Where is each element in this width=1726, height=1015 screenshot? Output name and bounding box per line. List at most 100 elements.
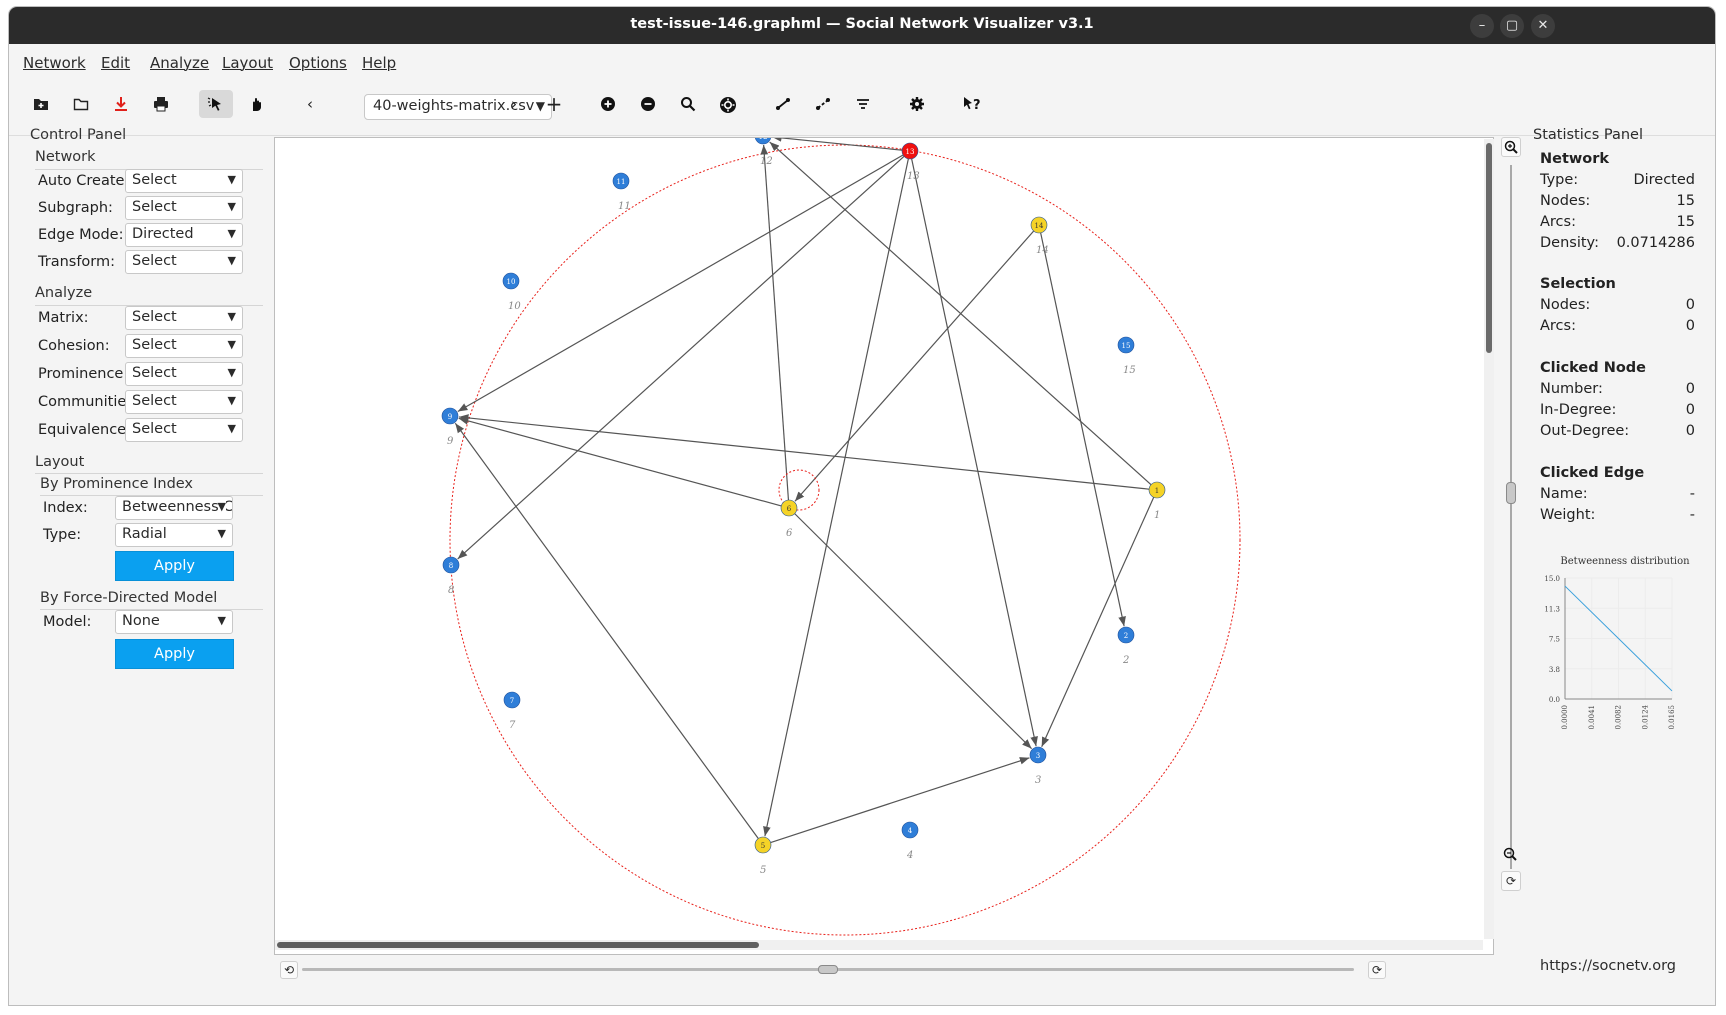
filter-edges-button[interactable] — [846, 90, 880, 118]
node-14[interactable]: 14 14 — [1030, 216, 1049, 256]
subgraph-select[interactable]: Select ▼ — [125, 196, 243, 220]
close-button[interactable]: ✕ — [1531, 14, 1555, 38]
node-number: 12 — [759, 138, 768, 141]
menu-analyze[interactable]: Analyze — [150, 54, 209, 72]
edge-6-3[interactable] — [794, 513, 1033, 750]
remove-edge-button[interactable] — [806, 90, 840, 118]
equivalence-select[interactable]: Select ▼ — [125, 418, 243, 442]
edge-1-3[interactable] — [1041, 497, 1155, 748]
edge-13-12[interactable] — [771, 138, 903, 151]
edge-13-8[interactable] — [457, 155, 905, 560]
zoom-slider-track[interactable] — [1510, 165, 1512, 869]
edge-13-9[interactable] — [457, 154, 904, 413]
edge-6-9[interactable] — [458, 417, 782, 507]
clicked-node-outdegree-label: Out-Degree: — [1540, 423, 1630, 439]
edge-1-9[interactable] — [458, 414, 1150, 490]
layout-guide-circle — [449, 144, 1241, 936]
hand-icon — [253, 98, 261, 111]
network-graph[interactable]: 1122334455667788991010111112121313141415… — [275, 138, 1494, 955]
cohesion-select[interactable]: Select ▼ — [125, 334, 243, 358]
chevron-down-icon: ▼ — [227, 200, 236, 213]
node-7[interactable]: 77 — [503, 691, 521, 731]
node-properties-button[interactable] — [711, 90, 745, 118]
prominence-select[interactable]: Select ▼ — [125, 362, 243, 386]
add-relation-button[interactable]: + — [537, 90, 571, 118]
new-network-button[interactable] — [24, 90, 58, 118]
canvas-vertical-scrollbar[interactable] — [1484, 139, 1494, 939]
node-2[interactable]: 22 — [1117, 626, 1135, 666]
website-link[interactable]: https://socnetv.org — [1540, 958, 1676, 974]
edge-1-12[interactable] — [769, 141, 1152, 486]
edge-13-5[interactable] — [763, 158, 909, 837]
zoom-in-button[interactable] — [1501, 137, 1521, 157]
maximize-button[interactable]: ▢ — [1500, 14, 1524, 38]
rotate-right-icon[interactable]: ⟳ — [1368, 961, 1386, 979]
menu-options[interactable]: Options — [289, 54, 347, 72]
rotation-slider-handle[interactable] — [818, 965, 838, 974]
minimize-button[interactable]: – — [1470, 14, 1494, 38]
node-9[interactable]: 99 — [441, 407, 459, 447]
add-node-button[interactable] — [591, 90, 625, 118]
add-edge-icon — [776, 98, 790, 110]
prominence-index-select[interactable]: Betweenness C ▼ — [115, 496, 233, 520]
prev-file-button[interactable]: ‹ — [293, 90, 327, 118]
next-file-button[interactable]: › — [497, 90, 531, 118]
force-model-select[interactable]: None ▼ — [115, 610, 233, 634]
node-4[interactable]: 44 — [901, 821, 919, 861]
edge-5-9[interactable] — [454, 422, 759, 839]
node-number: 4 — [908, 827, 913, 835]
equivalence-value: Select — [132, 421, 177, 437]
node-label: 5 — [760, 865, 766, 876]
layout-type-select[interactable]: Radial ▼ — [115, 523, 233, 547]
menu-edit[interactable]: Edit — [101, 54, 130, 72]
equivalence-label: Equivalence: — [38, 422, 131, 438]
menu-layout[interactable]: Layout — [222, 54, 273, 72]
node-11[interactable]: 11 11 — [612, 172, 631, 212]
remove-node-button[interactable] — [631, 90, 665, 118]
apply-prominence-layout-button[interactable]: Apply — [115, 551, 234, 581]
force-model-value: None — [122, 613, 160, 629]
print-button[interactable] — [144, 90, 178, 118]
rotate-left-icon[interactable]: ⟲ — [280, 961, 298, 979]
apply-force-layout-button[interactable]: Apply — [115, 639, 234, 669]
find-node-button[interactable] — [671, 90, 705, 118]
graph-canvas[interactable]: 1122334455667788991010111112121313141415… — [274, 137, 1494, 955]
node-6[interactable]: 66 — [780, 499, 798, 539]
open-network-button[interactable] — [64, 90, 98, 118]
communities-select[interactable]: Select ▼ — [125, 390, 243, 414]
reset-view-icon[interactable]: ⟳ — [1501, 871, 1521, 891]
node-10[interactable]: 10 10 — [502, 272, 521, 312]
zoom-slider-handle[interactable] — [1506, 482, 1516, 504]
edge-14-2[interactable] — [1040, 232, 1126, 627]
node-5[interactable]: 55 — [754, 836, 772, 876]
node-number: 15 — [1122, 342, 1131, 350]
settings-button[interactable] — [900, 90, 934, 118]
communities-label: Communities — [38, 394, 134, 410]
pan-mode-button[interactable] — [239, 90, 273, 118]
node-number: 14 — [1035, 222, 1044, 230]
add-edge-button[interactable] — [766, 90, 800, 118]
auto-create-select[interactable]: Select ▼ — [125, 169, 243, 193]
stats-density-label: Density: — [1540, 235, 1599, 251]
clicked-node-outdegree-value: 0 — [1685, 423, 1695, 439]
edge-mode-select[interactable]: Directed ▼ — [125, 223, 243, 247]
transform-select[interactable]: Select ▼ — [125, 250, 243, 274]
edge-6-12[interactable] — [760, 144, 790, 501]
save-network-button[interactable] — [104, 90, 138, 118]
menu-help[interactable]: Help — [362, 54, 396, 72]
edge-13-3[interactable] — [911, 158, 1038, 747]
edges-layer — [454, 138, 1155, 844]
whats-this-button[interactable]: ? — [955, 90, 989, 118]
zoom-out-button[interactable] — [1501, 845, 1521, 865]
node-3[interactable]: 33 — [1029, 746, 1047, 786]
canvas-horizontal-scrollbar[interactable] — [275, 940, 1483, 950]
node-8[interactable]: 88 — [442, 556, 460, 596]
prominence-label: Prominence: — [38, 366, 129, 382]
edge-5-3[interactable] — [770, 757, 1030, 844]
menu-network[interactable]: Network — [23, 54, 86, 72]
select-mode-button[interactable] — [199, 90, 233, 118]
node-15[interactable]: 1515 — [1117, 336, 1136, 376]
scrollbar-thumb[interactable] — [1486, 143, 1492, 353]
matrix-select[interactable]: Select ▼ — [125, 306, 243, 330]
scrollbar-thumb[interactable] — [277, 942, 759, 948]
